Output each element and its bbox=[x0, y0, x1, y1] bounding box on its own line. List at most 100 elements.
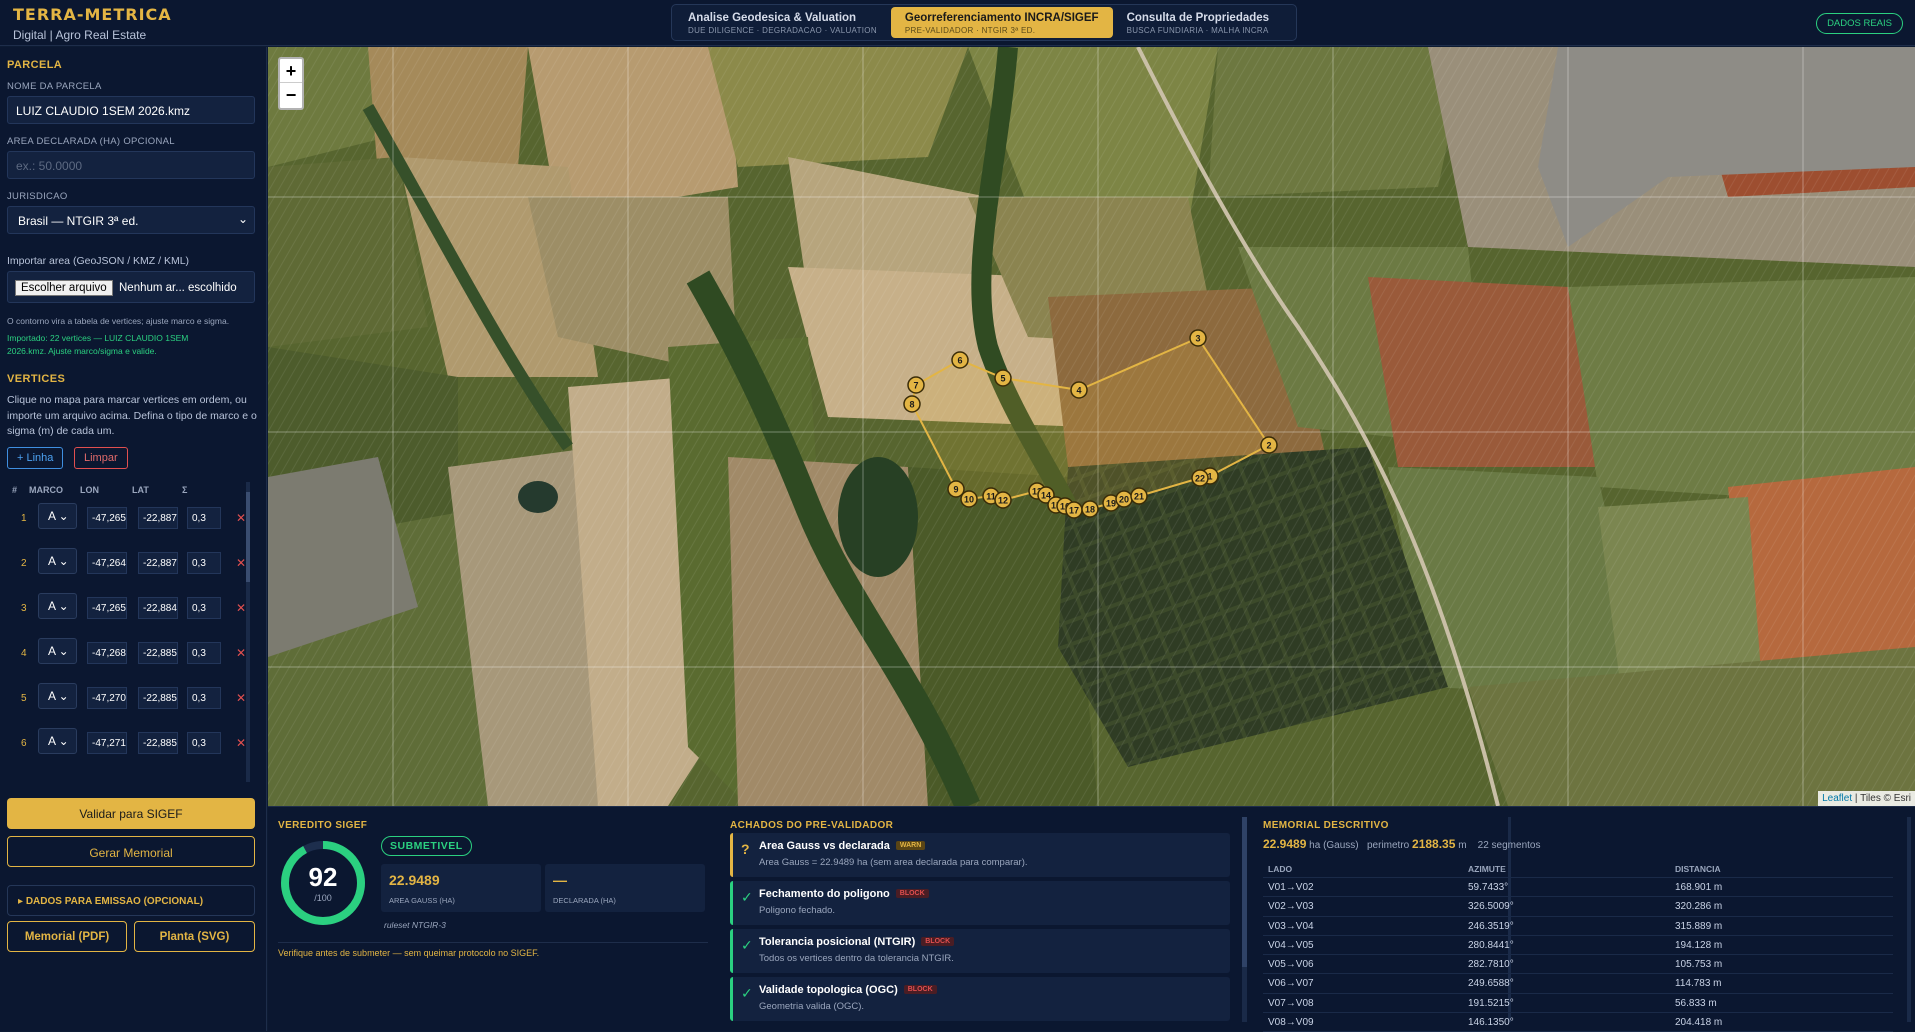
tab-georreferenciamento[interactable]: Georreferenciamento INCRA/SIGEF PRE-VALI… bbox=[890, 7, 1113, 38]
lat-input[interactable]: -22,887 bbox=[138, 507, 178, 529]
ruleset: ruleset NTGIR-3 bbox=[384, 920, 446, 930]
marco-select[interactable]: A ⌄ bbox=[38, 593, 77, 619]
file-button[interactable]: Escolher arquivo bbox=[15, 280, 113, 296]
vertex-marker[interactable]: 5 bbox=[994, 369, 1012, 387]
vertex-marker[interactable]: 22 bbox=[1191, 469, 1209, 487]
add-line-button[interactable]: + Linha bbox=[7, 447, 64, 469]
zoom-out-button[interactable]: − bbox=[280, 83, 302, 107]
lat-input[interactable]: -22,885 bbox=[138, 732, 178, 754]
tab-analise[interactable]: Analise Geodesica & Valuation DUE DILIGE… bbox=[674, 7, 891, 38]
vertex-marker[interactable]: 7 bbox=[907, 376, 925, 394]
azimute: 246.3519° bbox=[1468, 920, 1514, 932]
marco-value: A bbox=[48, 554, 56, 568]
emissao-toggle[interactable]: ▸ DADOS PARA EMISSAO (OPCIONAL) bbox=[7, 885, 255, 916]
scrollbar-thumb[interactable] bbox=[1242, 817, 1247, 967]
tab-label: Georreferenciamento INCRA/SIGEF bbox=[904, 12, 1099, 24]
remove-row-icon[interactable]: ✕ bbox=[236, 601, 246, 615]
zoom-in-button[interactable]: + bbox=[280, 59, 302, 83]
col-distancia: DISTANCIA bbox=[1675, 864, 1721, 874]
finding-title: Fechamento do poligono bbox=[759, 888, 890, 900]
vertex-label: 7 bbox=[913, 381, 918, 391]
col-marco: MARCO bbox=[29, 485, 63, 495]
memorial-scrollbar[interactable] bbox=[1907, 817, 1911, 1022]
vertices-table: 1 A ⌄ -47,265 -22,887 0,3 ✕ 2 A ⌄ -47,26… bbox=[7, 499, 250, 799]
sigma-input[interactable]: 0,3 bbox=[187, 732, 221, 754]
memorial-row: V01→V02 59.7433° 168.901 m bbox=[1263, 878, 1893, 898]
remove-row-icon[interactable]: ✕ bbox=[236, 646, 246, 660]
col-sigma: Σ bbox=[182, 485, 188, 495]
area-input[interactable]: ex.: 50.0000 bbox=[7, 151, 255, 179]
vertex-label: 10 bbox=[964, 495, 974, 505]
nome-input[interactable]: LUIZ CLAUDIO 1SEM 2026.kmz bbox=[7, 96, 255, 124]
lado: V08→V09 bbox=[1268, 1017, 1314, 1029]
sigma-input[interactable]: 0,3 bbox=[187, 597, 221, 619]
lat-input[interactable]: -22,885 bbox=[138, 642, 178, 664]
lon-input[interactable]: -47,265 bbox=[87, 507, 127, 529]
lon-input[interactable]: -47,271 bbox=[87, 732, 127, 754]
memorial-row: V06→V07 249.6588° 114.783 m bbox=[1263, 974, 1893, 994]
lat-input[interactable]: -22,884 bbox=[138, 597, 178, 619]
pdf-button[interactable]: Memorial (PDF) bbox=[7, 921, 127, 952]
distancia: 114.783 m bbox=[1675, 978, 1722, 990]
tab-consulta[interactable]: Consulta de Propriedades BUSCA FUNDIARIA… bbox=[1113, 7, 1284, 38]
marco-select[interactable]: A ⌄ bbox=[38, 503, 77, 529]
vertex-marker[interactable]: 18 bbox=[1081, 500, 1099, 518]
memorial-button[interactable]: Gerar Memorial bbox=[7, 836, 255, 867]
marco-select[interactable]: A ⌄ bbox=[38, 548, 77, 574]
sigma-input[interactable]: 0,3 bbox=[187, 552, 221, 574]
declarada-card: — DECLARADA (HA) bbox=[545, 864, 705, 912]
vertex-marker[interactable]: 6 bbox=[951, 351, 969, 369]
lat-input[interactable]: -22,887 bbox=[138, 552, 178, 574]
lat-input[interactable]: -22,885 bbox=[138, 687, 178, 709]
row-num: 5 bbox=[21, 693, 27, 704]
clear-button[interactable]: Limpar bbox=[74, 447, 128, 469]
validate-button[interactable]: Validar para SIGEF bbox=[7, 798, 255, 829]
vertex-marker[interactable]: 2 bbox=[1260, 436, 1278, 454]
vertex-marker[interactable]: 3 bbox=[1189, 329, 1207, 347]
vertex-marker[interactable]: 8 bbox=[903, 395, 921, 413]
emissao-label: DADOS PARA EMISSAO (OPCIONAL) bbox=[25, 896, 204, 907]
vertex-marker[interactable]: 12 bbox=[994, 491, 1012, 509]
jurisdicao-select[interactable]: Brasil — NTGIR 3ª ed. ⌄ bbox=[7, 206, 255, 234]
sigma-input[interactable]: 0,3 bbox=[187, 642, 221, 664]
row-num: 4 bbox=[21, 648, 27, 659]
svg-button[interactable]: Planta (SVG) bbox=[134, 921, 255, 952]
remove-row-icon[interactable]: ✕ bbox=[236, 736, 246, 750]
finding-desc: Poligono fechado. bbox=[759, 905, 836, 916]
remove-row-icon[interactable]: ✕ bbox=[236, 511, 246, 525]
marco-select[interactable]: A ⌄ bbox=[38, 728, 77, 754]
marco-select[interactable]: A ⌄ bbox=[38, 683, 77, 709]
remove-row-icon[interactable]: ✕ bbox=[236, 691, 246, 705]
vertices-scrollbar[interactable] bbox=[246, 482, 250, 782]
sigma-input[interactable]: 0,3 bbox=[187, 507, 221, 529]
import-hint: O contorno vira a tabela de vertices; aj… bbox=[7, 316, 230, 326]
vertex-marker[interactable]: 17 bbox=[1065, 501, 1083, 519]
brand-title: TERRA-METRICA bbox=[13, 5, 172, 24]
satellite-map[interactable]: 1 2 3 4 5 6 7 8 9 10 11 12 13 14 15 16 17 18 19 20 21 22 + − … bbox=[268, 47, 1915, 806]
remove-row-icon[interactable]: ✕ bbox=[236, 556, 246, 570]
findings-scrollbar[interactable] bbox=[1242, 817, 1247, 1022]
vertex-marker[interactable]: 4 bbox=[1070, 381, 1088, 399]
vertex-marker[interactable]: 20 bbox=[1115, 490, 1133, 508]
vertex-marker[interactable]: 10 bbox=[960, 490, 978, 508]
vertex-marker[interactable]: 21 bbox=[1130, 487, 1148, 505]
vertex-label: 5 bbox=[1000, 374, 1005, 384]
sigma-input[interactable]: 0,3 bbox=[187, 687, 221, 709]
azimute: 326.5009° bbox=[1468, 901, 1514, 913]
verdict-panel: VEREDITO SIGEF 92 /100 SUBMETIVEL 22.948… bbox=[278, 807, 708, 1032]
jurisdicao-value: Brasil — NTGIR 3ª ed. bbox=[18, 214, 139, 228]
leaflet-link[interactable]: Leaflet bbox=[1822, 793, 1852, 804]
finding-item: ✓ Fechamento do poligono BLOCK Poligono f… bbox=[730, 881, 1230, 925]
lon-input[interactable]: -47,268 bbox=[87, 642, 127, 664]
lon-input[interactable]: -47,270 bbox=[87, 687, 127, 709]
finding-desc: Area Gauss = 22.9489 ha (sem area declar… bbox=[759, 857, 1028, 868]
brand-subtitle: Digital | Agro Real Estate bbox=[13, 28, 147, 42]
marco-select[interactable]: A ⌄ bbox=[38, 638, 77, 664]
lon-input[interactable]: -47,265 bbox=[87, 597, 127, 619]
lon-input[interactable]: -47,264 bbox=[87, 552, 127, 574]
table-row: 2 A ⌄ -47,264 -22,887 0,3 ✕ bbox=[14, 544, 250, 584]
memorial-row: V08→V09 146.1350° 204.418 m bbox=[1263, 1013, 1893, 1032]
scrollbar-thumb[interactable] bbox=[246, 492, 250, 582]
file-input[interactable]: Escolher arquivo Nenhum ar... escolhido bbox=[7, 271, 255, 303]
finding-item: ? Area Gauss vs declarada WARN Area Gauss… bbox=[730, 833, 1230, 877]
